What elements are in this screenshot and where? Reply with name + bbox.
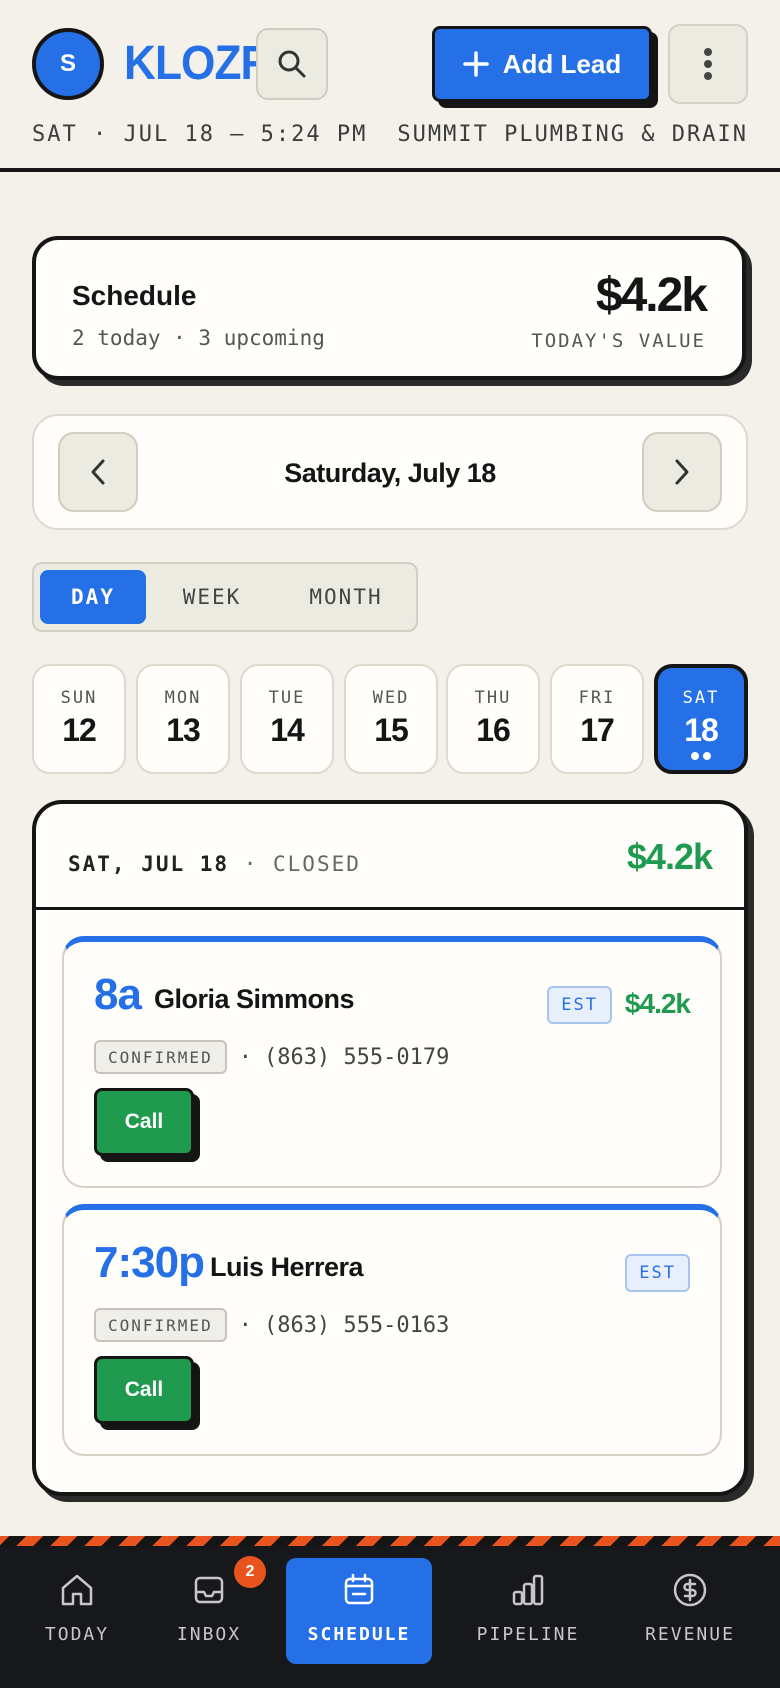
summary-value: $4.2k bbox=[595, 269, 708, 322]
avatar[interactable]: S bbox=[32, 28, 104, 100]
day-name: MON bbox=[164, 688, 202, 708]
day-name: SUN bbox=[60, 688, 98, 708]
panel-header: SAT, JUL 18 · CLOSED $4.2k bbox=[36, 804, 744, 910]
appointment-customer: Luis Herrera bbox=[210, 1252, 364, 1282]
day-name: FRI bbox=[578, 688, 616, 708]
appointment-time: 7:30p bbox=[94, 1238, 205, 1287]
day-number: 18 bbox=[684, 712, 719, 748]
day-number: 14 bbox=[270, 712, 305, 748]
nav-label: SCHEDULE bbox=[307, 1624, 411, 1645]
brand-logo: KLOZR bbox=[124, 37, 272, 90]
call-button[interactable]: Call bbox=[94, 1356, 194, 1424]
app-header: S KLOZR Add Lead SAT · JUL 18 — 5:24 PM … bbox=[0, 0, 780, 172]
appointment-dots bbox=[658, 752, 744, 760]
schedule-summary-card: Schedule 2 today · 3 upcoming $4.2k TODA… bbox=[32, 236, 746, 380]
plus-icon bbox=[463, 51, 489, 77]
separator: · bbox=[238, 1044, 252, 1070]
dollar-icon bbox=[673, 1573, 707, 1607]
appointment-time: 8a bbox=[94, 970, 142, 1019]
appointment-value: $4.2k bbox=[624, 988, 691, 1019]
nav-pipeline[interactable]: PIPELINE bbox=[470, 1558, 586, 1664]
appointment-meta: CONFIRMED · (863) 555-0179 bbox=[94, 1040, 449, 1074]
more-vertical-icon bbox=[704, 48, 712, 80]
appointment-card[interactable]: 8a Gloria Simmons EST $4.2k CONFIRMED · … bbox=[62, 936, 722, 1188]
day-sun[interactable]: SUN 12 bbox=[32, 664, 126, 774]
estimate-tag: EST bbox=[547, 986, 612, 1024]
nav-label: TODAY bbox=[44, 1624, 110, 1645]
appointment-dot bbox=[703, 752, 711, 760]
home-icon bbox=[61, 1574, 93, 1606]
panel-date-text: SAT, JUL 18 bbox=[68, 852, 230, 876]
estimate-tag: EST bbox=[625, 1254, 690, 1292]
add-lead-button[interactable]: Add Lead bbox=[432, 26, 652, 102]
nav-today[interactable]: TODAY bbox=[22, 1558, 132, 1664]
nav-schedule[interactable]: SCHEDULE bbox=[286, 1558, 432, 1664]
panel-status: · CLOSED bbox=[243, 852, 361, 876]
notification-badge: 2 bbox=[234, 1556, 266, 1588]
nav-inbox[interactable]: INBOX 2 bbox=[154, 1556, 266, 1664]
phone-number[interactable]: (863) 555-0163 bbox=[264, 1313, 449, 1338]
summary-value-label: TODAY'S VALUE bbox=[531, 330, 706, 352]
tab-day[interactable]: DAY bbox=[40, 570, 146, 624]
day-name: THU bbox=[474, 688, 512, 708]
day-name: SAT bbox=[682, 688, 720, 708]
current-datetime: SAT · JUL 18 — 5:24 PM bbox=[32, 122, 368, 147]
add-lead-label: Add Lead bbox=[502, 48, 622, 79]
tab-week[interactable]: WEEK bbox=[150, 570, 274, 624]
phone-number[interactable]: (863) 555-0179 bbox=[264, 1045, 449, 1070]
separator: · bbox=[238, 1312, 252, 1338]
day-number: 12 bbox=[62, 712, 97, 748]
selected-date-label: Saturday, July 18 bbox=[284, 458, 496, 488]
calendar-icon bbox=[344, 1573, 374, 1605]
bar-chart-icon bbox=[512, 1574, 544, 1606]
week-day-strip: SUN 12 MON 13 TUE 14 WED 15 THU 16 FRI 1… bbox=[32, 664, 748, 776]
search-icon bbox=[278, 50, 306, 78]
day-number: 15 bbox=[374, 712, 409, 748]
day-appointments-panel: SAT, JUL 18 · CLOSED $4.2k 8a Gloria Sim… bbox=[32, 800, 748, 1496]
nav-label: INBOX bbox=[176, 1624, 242, 1645]
search-button[interactable] bbox=[256, 28, 328, 100]
status-badge: CONFIRMED bbox=[94, 1040, 227, 1074]
day-name: TUE bbox=[268, 688, 306, 708]
hazard-stripe bbox=[0, 1536, 780, 1546]
date-navigator: Saturday, July 18 bbox=[32, 414, 748, 530]
summary-subtitle: 2 today · 3 upcoming bbox=[72, 326, 325, 350]
day-wed[interactable]: WED 15 bbox=[344, 664, 438, 774]
appointment-dot bbox=[691, 752, 699, 760]
day-number: 17 bbox=[580, 712, 615, 748]
day-number: 13 bbox=[166, 712, 201, 748]
appointment-card[interactable]: 7:30p Luis Herrera EST CONFIRMED · (863)… bbox=[62, 1204, 722, 1456]
day-name: WED bbox=[372, 688, 410, 708]
view-toggle: DAY WEEK MONTH bbox=[32, 562, 418, 632]
day-thu[interactable]: THU 16 bbox=[446, 664, 540, 774]
chevron-right-icon bbox=[675, 459, 689, 485]
nav-revenue[interactable]: REVENUE bbox=[640, 1558, 740, 1664]
panel-total-value: $4.2k bbox=[626, 836, 713, 877]
inbox-icon bbox=[194, 1576, 224, 1604]
call-button[interactable]: Call bbox=[94, 1088, 194, 1156]
day-fri[interactable]: FRI 17 bbox=[550, 664, 644, 774]
panel-date: SAT, JUL 18 · CLOSED bbox=[68, 852, 361, 876]
appointment-customer: Gloria Simmons bbox=[154, 984, 355, 1014]
bottom-navigation: TODAY INBOX 2 SCHEDULE PIPELINE REVENUE bbox=[0, 1546, 780, 1688]
appointment-meta: CONFIRMED · (863) 555-0163 bbox=[94, 1308, 449, 1342]
day-sat-selected[interactable]: SAT 18 bbox=[654, 664, 748, 774]
summary-title: Schedule bbox=[72, 280, 197, 311]
nav-label: REVENUE bbox=[645, 1624, 735, 1645]
day-tue[interactable]: TUE 14 bbox=[240, 664, 334, 774]
more-options-button[interactable] bbox=[668, 24, 748, 104]
status-badge: CONFIRMED bbox=[94, 1308, 227, 1342]
next-day-button[interactable] bbox=[642, 432, 722, 512]
company-name: SUMMIT PLUMBING & DRAIN bbox=[397, 122, 748, 147]
nav-label: PIPELINE bbox=[476, 1624, 580, 1645]
day-number: 16 bbox=[476, 712, 511, 748]
day-mon[interactable]: MON 13 bbox=[136, 664, 230, 774]
tab-month[interactable]: MONTH bbox=[278, 570, 414, 624]
